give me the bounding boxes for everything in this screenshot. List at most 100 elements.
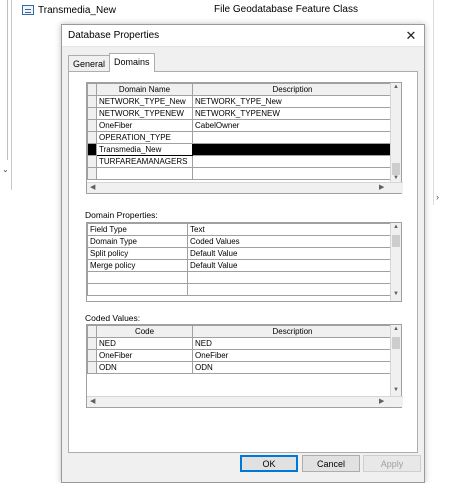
column-header-description[interactable]: Description bbox=[192, 325, 393, 338]
coded-value-row[interactable]: OneFiber OneFiber bbox=[87, 349, 393, 362]
apply-button[interactable]: Apply bbox=[363, 455, 421, 472]
domain-name-cell[interactable]: Transmedia_New bbox=[96, 143, 193, 156]
row-selector[interactable] bbox=[87, 361, 97, 374]
chevron-right-icon[interactable]: › bbox=[436, 192, 439, 202]
close-icon[interactable]: ✕ bbox=[404, 28, 418, 44]
domains-header-row: Domain Name Description bbox=[87, 83, 393, 96]
domain-name-cell[interactable]: TURFAREAMANAGERS bbox=[96, 155, 193, 168]
scroll-thumb[interactable] bbox=[392, 163, 400, 175]
code-description-cell[interactable]: OneFiber bbox=[192, 349, 393, 362]
scroll-up-icon[interactable]: ▲ bbox=[391, 326, 401, 332]
row-selector-header bbox=[87, 83, 97, 96]
code-description-cell[interactable]: ODN bbox=[192, 361, 393, 374]
domain-row-selected[interactable]: Transmedia_New bbox=[87, 143, 393, 156]
scroll-right-icon[interactable]: ▶ bbox=[379, 397, 384, 407]
domain-description-cell[interactable]: NETWORK_TYPENEW bbox=[192, 107, 393, 120]
row-selector[interactable] bbox=[87, 143, 97, 156]
code-cell[interactable]: OneFiber bbox=[96, 349, 193, 362]
code-description-cell[interactable]: NED bbox=[192, 337, 393, 350]
column-header-domain-name[interactable]: Domain Name bbox=[96, 83, 193, 96]
property-row[interactable]: Field Type Text bbox=[87, 223, 393, 236]
contents-item-type: File Geodatabase Feature Class bbox=[214, 4, 358, 15]
domain-name-cell[interactable]: OPERATION_TYPE bbox=[96, 131, 193, 144]
coded-value-row[interactable]: NED NED bbox=[87, 337, 393, 350]
property-row[interactable]: Domain Type Coded Values bbox=[87, 235, 393, 248]
coded-values-vertical-scrollbar[interactable]: ▲ ▼ bbox=[390, 325, 401, 397]
domain-description-cell[interactable] bbox=[192, 167, 393, 180]
column-header-description[interactable]: Description bbox=[192, 83, 393, 96]
domain-name-cell[interactable]: OneFiber bbox=[96, 119, 193, 132]
row-selector[interactable] bbox=[87, 119, 97, 132]
coded-values-horizontal-scrollbar[interactable]: ◀ ▶ bbox=[87, 396, 403, 407]
domains-grid[interactable]: Domain Name Description NETWORK_TYPE_New… bbox=[86, 82, 403, 194]
coded-value-row[interactable]: ODN ODN bbox=[87, 361, 393, 374]
row-selector[interactable] bbox=[87, 167, 97, 180]
property-row[interactable]: Split policy Default Value bbox=[87, 247, 393, 260]
code-cell[interactable]: NED bbox=[96, 337, 193, 350]
tab-strip: General Domains bbox=[68, 53, 155, 72]
row-selector[interactable] bbox=[87, 107, 97, 120]
scroll-left-icon[interactable]: ◀ bbox=[90, 183, 95, 193]
domain-name-cell[interactable]: NETWORK_TYPE_New bbox=[96, 95, 193, 108]
domain-row[interactable]: NETWORK_TYPENEW NETWORK_TYPENEW bbox=[87, 107, 393, 120]
contents-list-item[interactable]: Transmedia_New bbox=[22, 3, 116, 17]
scroll-up-icon[interactable]: ▲ bbox=[391, 84, 401, 90]
chevron-down-icon[interactable]: ⌄ bbox=[2, 165, 9, 174]
domain-description-cell[interactable]: NETWORK_TYPE_New bbox=[192, 95, 393, 108]
tab-general[interactable]: General bbox=[68, 55, 111, 71]
property-value-cell[interactable]: Text bbox=[187, 223, 393, 236]
scroll-down-icon[interactable]: ▼ bbox=[391, 291, 401, 297]
feature-class-icon bbox=[22, 5, 34, 15]
domains-vertical-scrollbar[interactable]: ▲ ▼ bbox=[390, 83, 401, 183]
domain-description-cell[interactable] bbox=[192, 155, 393, 168]
cancel-button[interactable]: Cancel bbox=[302, 455, 360, 472]
properties-vertical-scrollbar[interactable]: ▲ ▼ bbox=[390, 223, 401, 301]
property-name-cell: Merge policy bbox=[87, 259, 188, 272]
row-selector-header bbox=[87, 325, 97, 338]
row-selector[interactable] bbox=[87, 337, 97, 350]
domain-row[interactable]: NETWORK_TYPE_New NETWORK_TYPE_New bbox=[87, 95, 393, 108]
domain-row[interactable]: OPERATION_TYPE bbox=[87, 131, 393, 144]
domain-description-cell[interactable] bbox=[192, 131, 393, 144]
dialog-titlebar[interactable]: Database Properties ✕ bbox=[62, 25, 424, 47]
tab-domains[interactable]: Domains bbox=[109, 53, 155, 72]
domain-name-cell[interactable] bbox=[96, 167, 193, 180]
domains-horizontal-scrollbar[interactable]: ◀ ▶ bbox=[87, 182, 403, 193]
column-header-code[interactable]: Code bbox=[96, 325, 193, 338]
domain-description-cell[interactable]: CabelOwner bbox=[192, 119, 393, 132]
domain-row[interactable]: TURFAREAMANAGERS bbox=[87, 155, 393, 168]
property-value-cell[interactable]: Default Value bbox=[187, 247, 393, 260]
domain-description-cell[interactable] bbox=[192, 143, 393, 156]
coded-values-label: Coded Values: bbox=[85, 313, 141, 323]
pane-divider bbox=[433, 0, 434, 205]
scroll-thumb[interactable] bbox=[392, 337, 400, 349]
domain-properties-grid[interactable]: Field Type Text Domain Type Coded Values… bbox=[86, 222, 402, 302]
property-value-cell[interactable]: Coded Values bbox=[187, 235, 393, 248]
ok-button[interactable]: OK bbox=[240, 455, 298, 472]
row-selector[interactable] bbox=[87, 95, 97, 108]
scroll-thumb[interactable] bbox=[392, 235, 400, 247]
scroll-left-icon[interactable]: ◀ bbox=[90, 397, 95, 407]
property-value-cell[interactable]: Default Value bbox=[187, 259, 393, 272]
domain-row[interactable]: OneFiber CabelOwner bbox=[87, 119, 393, 132]
scroll-right-icon[interactable]: ▶ bbox=[379, 183, 384, 193]
property-name-cell: Field Type bbox=[87, 223, 188, 236]
property-value-cell bbox=[187, 271, 393, 284]
dialog-title: Database Properties bbox=[68, 30, 160, 41]
row-selector[interactable] bbox=[87, 155, 97, 168]
domain-properties-label: Domain Properties: bbox=[85, 210, 158, 220]
row-selector[interactable] bbox=[87, 131, 97, 144]
code-cell[interactable]: ODN bbox=[96, 361, 193, 374]
property-name-cell bbox=[87, 271, 188, 284]
database-properties-dialog: Database Properties ✕ General Domains Do… bbox=[61, 24, 425, 483]
domain-row-empty[interactable] bbox=[87, 167, 393, 180]
scroll-up-icon[interactable]: ▲ bbox=[391, 224, 401, 230]
scroll-down-icon[interactable]: ▼ bbox=[391, 175, 401, 181]
row-selector[interactable] bbox=[87, 349, 97, 362]
property-row[interactable]: Merge policy Default Value bbox=[87, 259, 393, 272]
catalog-tree-pane[interactable]: ⌄ bbox=[0, 0, 12, 190]
domain-name-cell[interactable]: NETWORK_TYPENEW bbox=[96, 107, 193, 120]
scroll-down-icon[interactable]: ▼ bbox=[391, 387, 401, 393]
property-name-cell bbox=[87, 283, 188, 296]
coded-values-grid[interactable]: Code Description NED NED OneFiber OneFib… bbox=[86, 324, 403, 408]
